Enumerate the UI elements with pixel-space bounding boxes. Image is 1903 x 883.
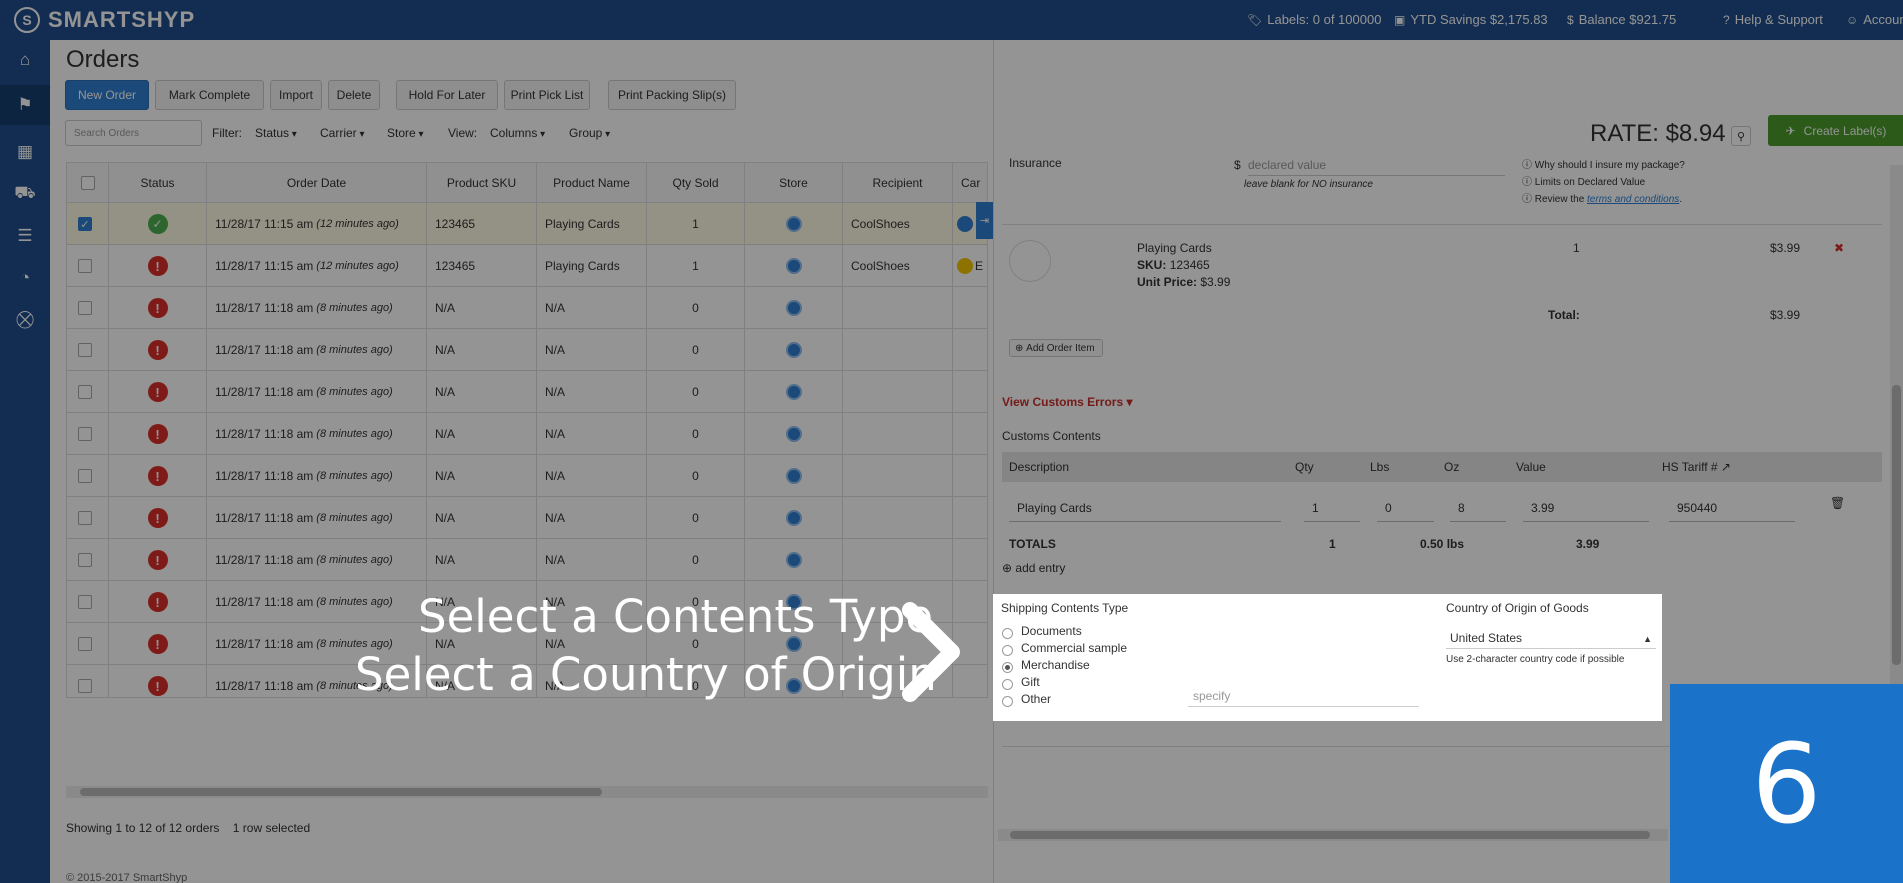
radio-other[interactable] (1002, 696, 1013, 707)
country-hint: Use 2-character country code if possible (1446, 654, 1625, 665)
contents-type-label: Shipping Contents Type (1001, 601, 1129, 615)
caret-up-icon: ▲ (1643, 634, 1652, 644)
country-origin-select[interactable]: United States ▲ (1446, 627, 1656, 649)
option-other-label[interactable]: Other (1021, 692, 1051, 706)
country-value: United States (1450, 630, 1523, 645)
step-number-badge: 6 (1670, 684, 1903, 883)
country-origin-label: Country of Origin of Goods (1446, 601, 1589, 615)
option-commercial-sample-label[interactable]: Commercial sample (1021, 641, 1127, 655)
option-gift-label[interactable]: Gift (1021, 675, 1040, 689)
option-documents-label[interactable]: Documents (1021, 624, 1082, 638)
radio-commercial-sample[interactable] (1002, 645, 1013, 656)
option-merchandise-label[interactable]: Merchandise (1021, 658, 1090, 672)
shipping-contents-section: Shipping Contents Type Documents Commerc… (993, 594, 1662, 721)
caption-line-2: Select a Country of Origin (355, 648, 937, 701)
caption-line-1: Select a Contents Type (418, 590, 934, 643)
specify-other-input[interactable]: specify (1188, 685, 1419, 707)
radio-merchandise[interactable] (1002, 662, 1013, 673)
chevron-right-icon (902, 602, 960, 702)
radio-documents[interactable] (1002, 628, 1013, 639)
radio-gift[interactable] (1002, 679, 1013, 690)
tutorial-dim-overlay (0, 0, 1903, 883)
